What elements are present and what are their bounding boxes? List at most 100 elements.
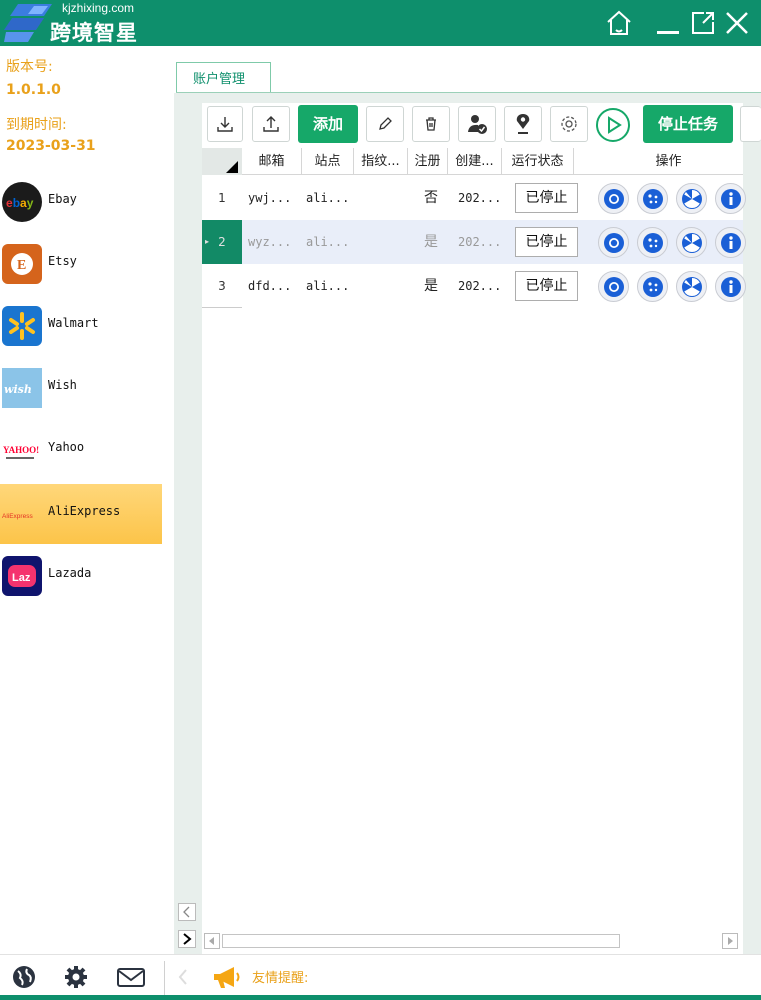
minimize-icon <box>657 31 679 34</box>
globe-icon <box>13 966 35 988</box>
home-button[interactable] <box>602 6 636 40</box>
sidebar-item-lazada[interactable]: Laz Lazada <box>0 546 162 606</box>
cell-email: dfd... <box>248 279 292 293</box>
scroll-left-button[interactable] <box>178 903 196 921</box>
table-row[interactable]: 1 ywj... ali... 否 202... 已停止 <box>202 176 746 220</box>
popout-button[interactable] <box>686 6 720 40</box>
hscroll-right-arrow[interactable] <box>722 933 738 949</box>
edit-button[interactable] <box>366 106 404 142</box>
minimize-button[interactable] <box>652 6 686 40</box>
delete-button[interactable] <box>412 106 450 142</box>
proxy-button[interactable] <box>676 183 707 214</box>
column-header-fingerprint[interactable]: 指纹... <box>354 148 408 175</box>
chrome-icon <box>604 189 624 209</box>
info-button[interactable] <box>715 227 746 258</box>
row-index[interactable]: ▸ 2 <box>202 220 242 264</box>
logo-icon <box>4 4 52 42</box>
location-pin-icon <box>516 114 530 134</box>
mail-button[interactable] <box>116 963 145 991</box>
import-button[interactable] <box>207 106 243 142</box>
notice-prev-button[interactable] <box>174 963 192 991</box>
sidebar-item-ebay[interactable]: ebay Ebay <box>0 172 162 232</box>
lazada-icon: Laz <box>2 556 42 596</box>
location-button[interactable] <box>504 106 542 142</box>
add-button[interactable]: 添加 <box>298 105 358 143</box>
status-button[interactable]: 已停止 <box>515 271 578 301</box>
sidebar-item-etsy[interactable]: E Etsy <box>0 234 162 294</box>
chevron-left-icon <box>183 906 190 918</box>
start-button[interactable] <box>596 108 630 142</box>
close-button[interactable] <box>720 6 754 40</box>
horizontal-scrollbar[interactable] <box>202 932 743 950</box>
logo-domain: kjzhixing.com <box>62 1 135 15</box>
stop-task-button[interactable]: 停止任务 <box>643 105 733 143</box>
sidebar-item-label: Ebay <box>48 192 77 206</box>
caret-left-icon <box>209 937 214 945</box>
scroll-right-button[interactable] <box>178 930 196 948</box>
column-header-created[interactable]: 创建... <box>448 148 502 175</box>
megaphone-button[interactable] <box>210 963 244 991</box>
chrome-button[interactable] <box>598 271 629 302</box>
cell-created: 202... <box>458 235 502 249</box>
column-header-email[interactable]: 邮箱 <box>242 148 302 175</box>
svg-text:AliExpress: AliExpress <box>2 513 33 520</box>
gear-icon <box>561 116 577 132</box>
toolbar-overflow[interactable] <box>740 106 761 142</box>
cell-fingerprint <box>358 264 404 308</box>
cookie-icon <box>643 277 663 297</box>
chrome-button[interactable] <box>598 227 629 258</box>
etsy-icon: E <box>2 244 42 284</box>
sidebar-item-yahoo[interactable]: YAHOO! Yahoo <box>0 420 162 480</box>
sidebar-item-aliexpress[interactable]: AliExpress AliExpress <box>0 484 162 544</box>
info-button[interactable] <box>715 183 746 214</box>
cell-registered: 是 <box>424 234 438 250</box>
cookie-icon <box>643 233 663 253</box>
proxy-button[interactable] <box>676 271 707 302</box>
globe-button[interactable] <box>10 963 38 991</box>
hscroll-left-arrow[interactable] <box>204 933 220 949</box>
mail-icon <box>117 968 145 987</box>
select-all-corner[interactable] <box>202 148 242 175</box>
column-header-actions[interactable]: 操作 <box>574 148 743 175</box>
table-row[interactable]: 3 dfd... ali... 是 202... 已停止 <box>202 264 746 308</box>
hscroll-thumb[interactable] <box>222 934 620 948</box>
cell-fingerprint <box>358 176 404 220</box>
expiry-value: 2023-03-31 <box>6 138 96 154</box>
column-header-site[interactable]: 站点 <box>302 148 354 175</box>
row-index[interactable]: 1 <box>202 176 242 220</box>
settings-button[interactable] <box>62 963 90 991</box>
settings-button[interactable] <box>550 106 588 142</box>
cookie-button[interactable] <box>637 227 668 258</box>
title-bar: kjzhixing.com 跨境智星 <box>0 0 761 46</box>
proxy-button[interactable] <box>676 227 707 258</box>
row-index[interactable]: 3 <box>202 264 242 308</box>
cookie-button[interactable] <box>637 183 668 214</box>
notice-label: 友情提醒: <box>252 971 309 986</box>
cookie-button[interactable] <box>637 271 668 302</box>
ebay-icon: ebay <box>2 182 42 222</box>
chrome-button[interactable] <box>598 183 629 214</box>
sidebar-item-label: Wish <box>48 378 77 392</box>
status-button[interactable]: 已停止 <box>515 227 578 257</box>
user-check-button[interactable] <box>458 106 496 142</box>
gear-icon <box>65 966 87 988</box>
info-icon <box>721 189 741 209</box>
play-icon <box>608 116 622 134</box>
info-button[interactable] <box>715 271 746 302</box>
sidebar-item-walmart[interactable]: Walmart <box>0 296 162 356</box>
trash-icon <box>426 117 436 131</box>
column-header-registered[interactable]: 注册 <box>408 148 448 175</box>
cell-email: ywj... <box>248 191 292 205</box>
tab-account-management[interactable]: 账户管理 <box>176 62 271 93</box>
column-header-status[interactable]: 运行状态 <box>502 148 574 175</box>
row-selected-marker: ▸ <box>205 237 210 246</box>
cell-fingerprint <box>358 220 404 264</box>
user-check-icon <box>468 115 487 134</box>
svg-text:E: E <box>17 258 26 273</box>
home-icon <box>607 10 631 35</box>
table-row[interactable]: ▸ 2 wyz... ali... 是 202... 已停止 <box>202 220 746 264</box>
table-header: 邮箱 站点 指纹... 注册 创建... 运行状态 操作 <box>202 148 743 175</box>
status-button[interactable]: 已停止 <box>515 183 578 213</box>
export-button[interactable] <box>252 106 290 142</box>
sidebar-item-wish[interactable]: wish Wish <box>0 358 162 418</box>
